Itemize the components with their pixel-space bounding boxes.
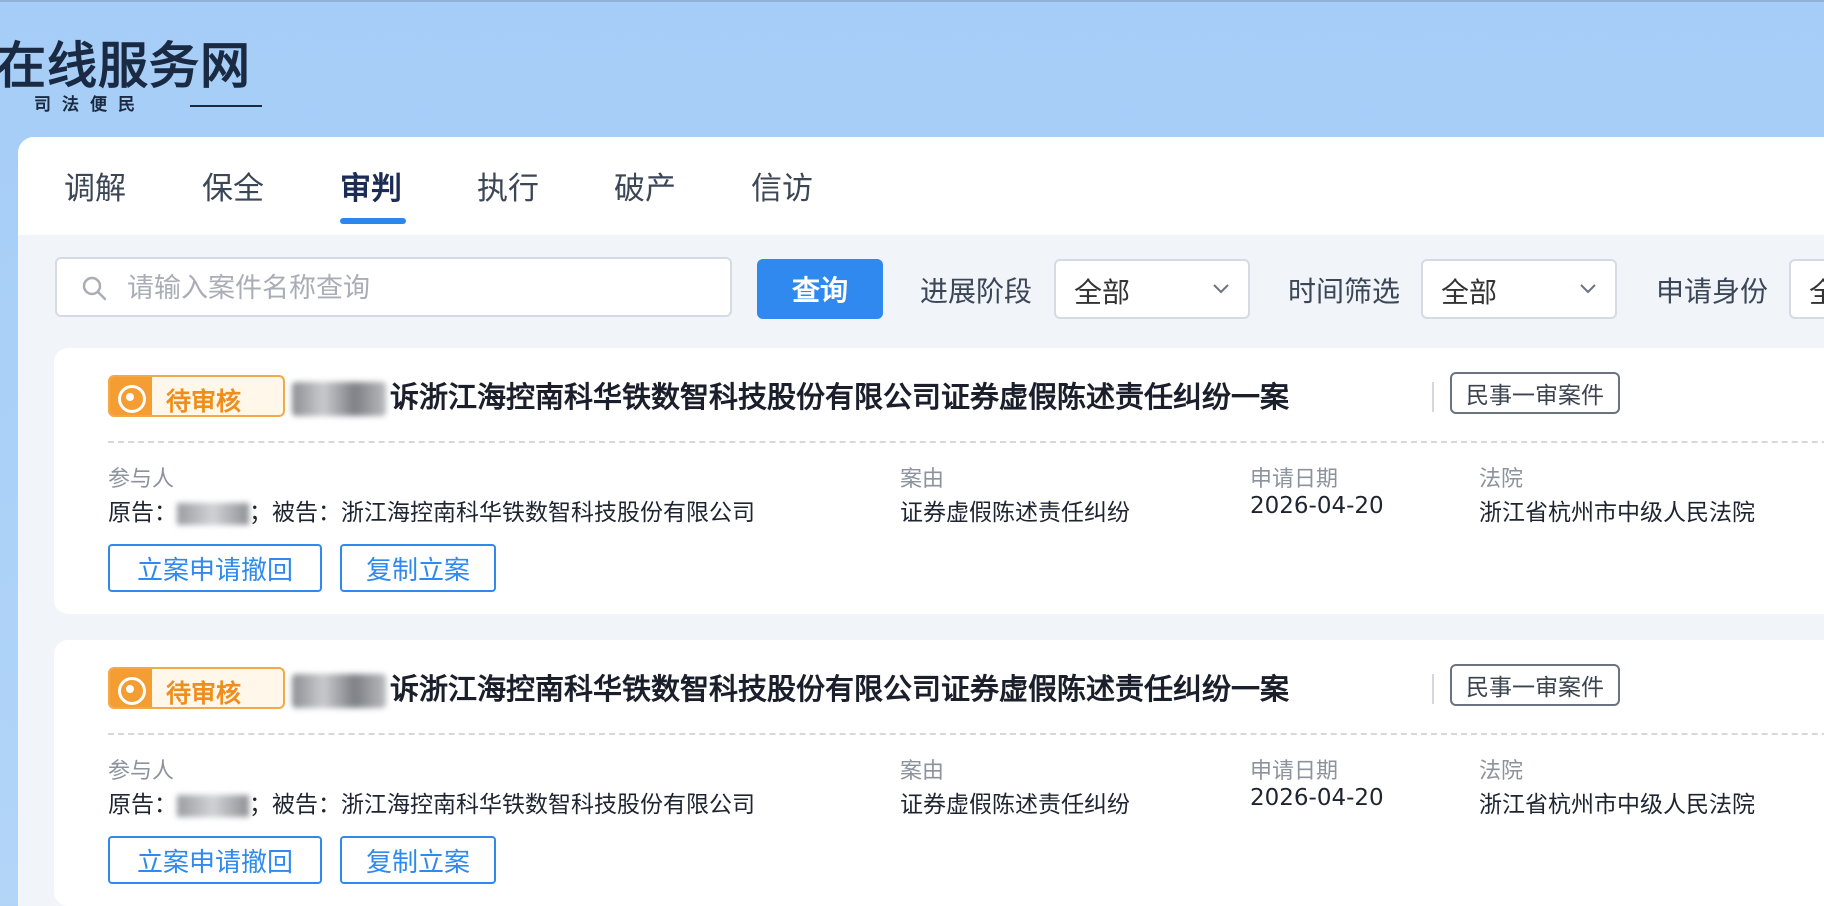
tab-trial[interactable]: 审判: [340, 163, 402, 208]
pending-clock-icon: [110, 377, 152, 415]
cause-value: 证券虚假陈述责任纠纷: [900, 792, 1130, 818]
copy-filing-button[interactable]: 复制立案: [340, 836, 496, 884]
status-badge: 待审核: [108, 667, 285, 709]
redacted-name: [292, 382, 386, 416]
date-label: 申请日期: [1250, 759, 1339, 784]
identity-filter-value: 全: [1809, 276, 1824, 309]
cause-label: 案由: [900, 467, 945, 492]
status-badge: 待审核: [108, 375, 285, 417]
cause-value: 证券虚假陈述责任纠纷: [900, 500, 1130, 526]
participants-value: 原告： ；被告：浙江海控南科华铁数智科技股份有限公司: [108, 785, 755, 819]
active-tab-indicator: [340, 218, 406, 224]
case-card: 待审核 诉浙江海控南科华铁数智科技股份有限公司证券虚假陈述责任纠纷一案 民事一审…: [54, 640, 1824, 906]
logo-divider: [190, 105, 262, 107]
case-type-tag: 民事一审案件: [1450, 664, 1620, 706]
title-divider: [1432, 674, 1434, 704]
court-label: 法院: [1479, 467, 1524, 492]
time-filter-label: 时间筛选: [1288, 275, 1401, 308]
stage-filter-select[interactable]: 全部: [1054, 259, 1250, 319]
cause-label: 案由: [900, 759, 945, 784]
search-icon: [82, 276, 107, 301]
date-value: 2026-04-20: [1250, 493, 1384, 519]
search-box: [55, 257, 732, 317]
chevron-down-icon: [1580, 284, 1596, 294]
site-logo-subtitle: 司法便民: [34, 95, 146, 115]
court-label: 法院: [1479, 759, 1524, 784]
date-label: 申请日期: [1250, 467, 1339, 492]
court-value: 浙江省杭州市中级人民法院: [1479, 500, 1755, 526]
redacted-name: [292, 674, 386, 708]
tab-execution[interactable]: 执行: [477, 163, 539, 208]
search-input[interactable]: [125, 263, 719, 313]
court-value: 浙江省杭州市中级人民法院: [1479, 792, 1755, 818]
defendant-text: ；被告：浙江海控南科华铁数智科技股份有限公司: [249, 500, 755, 526]
pending-clock-icon: [110, 669, 152, 707]
card-divider: [108, 733, 1824, 735]
participants-value: 原告： ；被告：浙江海控南科华铁数智科技股份有限公司: [108, 493, 755, 527]
redacted-plaintiff: [177, 794, 249, 817]
query-button[interactable]: 查询: [757, 259, 883, 319]
time-filter-value: 全部: [1441, 276, 1498, 309]
case-card: 待审核 诉浙江海控南科华铁数智科技股份有限公司证券虚假陈述责任纠纷一案 民事一审…: [54, 348, 1824, 614]
main-panel: 调解 保全 审判 执行 破产 信访 查询 进展阶段 全部 时间筛选 全部 申请身…: [18, 137, 1824, 906]
date-value: 2026-04-20: [1250, 785, 1384, 811]
title-divider: [1432, 382, 1434, 412]
status-text: 待审核: [166, 679, 242, 708]
identity-filter-select[interactable]: 全: [1789, 259, 1824, 319]
participants-label: 参与人: [108, 759, 175, 784]
plaintiff-label: 原告：: [108, 500, 177, 526]
plaintiff-label: 原告：: [108, 792, 177, 818]
tab-preservation[interactable]: 保全: [202, 163, 264, 208]
site-logo-title: 在线服务网: [0, 36, 251, 95]
redacted-plaintiff: [177, 502, 249, 525]
defendant-text: ；被告：浙江海控南科华铁数智科技股份有限公司: [249, 792, 755, 818]
card-divider: [108, 441, 1824, 443]
tab-petition[interactable]: 信访: [751, 163, 813, 208]
tab-bar: 调解 保全 审判 执行 破产 信访: [18, 137, 1824, 235]
case-type-tag: 民事一审案件: [1450, 372, 1620, 414]
top-border: [0, 0, 1824, 2]
stage-filter-value: 全部: [1074, 276, 1131, 309]
status-text: 待审核: [166, 387, 242, 416]
stage-filter-label: 进展阶段: [920, 275, 1033, 308]
copy-filing-button[interactable]: 复制立案: [340, 544, 496, 592]
withdraw-application-button[interactable]: 立案申请撤回: [108, 836, 322, 884]
case-title[interactable]: 诉浙江海控南科华铁数智科技股份有限公司证券虚假陈述责任纠纷一案: [390, 666, 1289, 708]
withdraw-application-button[interactable]: 立案申请撤回: [108, 544, 322, 592]
tab-mediation[interactable]: 调解: [64, 163, 126, 208]
case-title[interactable]: 诉浙江海控南科华铁数智科技股份有限公司证券虚假陈述责任纠纷一案: [390, 374, 1289, 416]
participants-label: 参与人: [108, 467, 175, 492]
identity-filter-label: 申请身份: [1656, 275, 1769, 308]
tab-bankruptcy[interactable]: 破产: [614, 163, 676, 208]
chevron-down-icon: [1213, 284, 1229, 294]
time-filter-select[interactable]: 全部: [1421, 259, 1617, 319]
